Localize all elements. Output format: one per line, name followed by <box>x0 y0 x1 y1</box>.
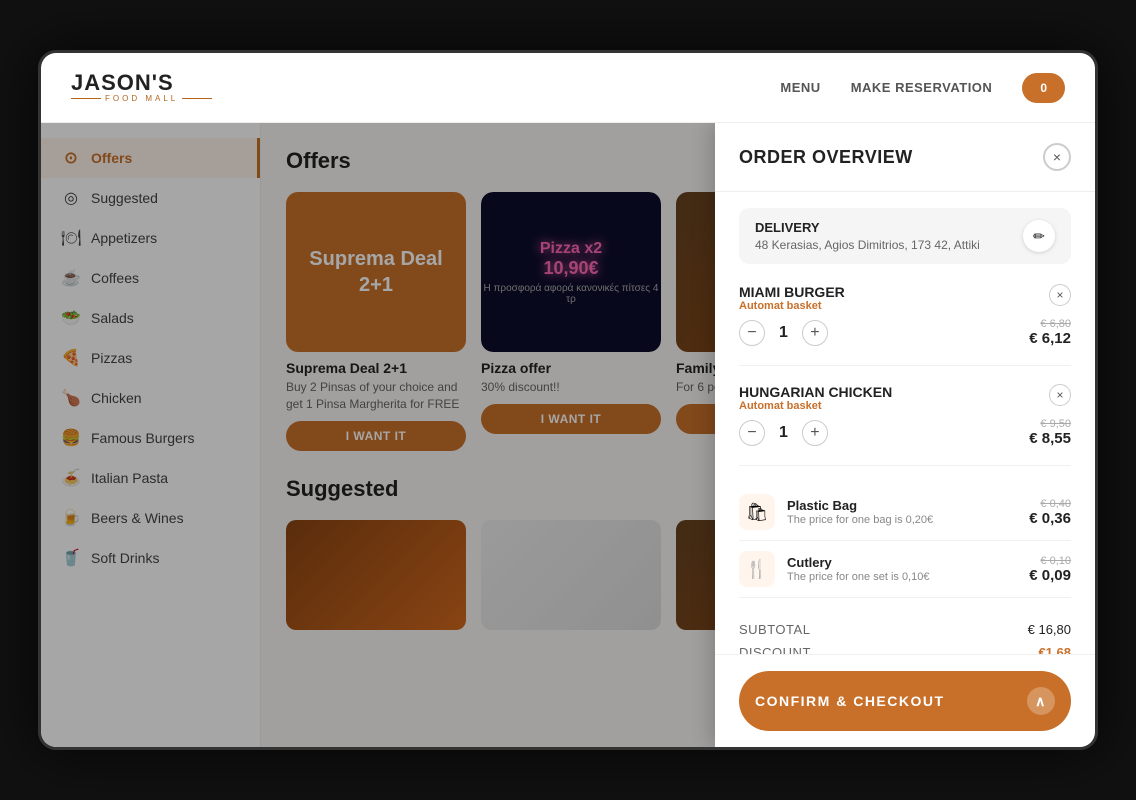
header: JASON'S FOOD MALL MENU MAKE RESERVATION … <box>41 53 1095 123</box>
nav-links: MENU MAKE RESERVATION 0 <box>780 73 1065 103</box>
subtotal-label: SUBTOTAL <box>739 622 810 637</box>
order-title: ORDER OVERVIEW <box>739 147 913 168</box>
order-panel: ORDER OVERVIEW × DELIVERY 48 Kerasias, A… <box>715 123 1095 747</box>
miami-original-price: € 6,80 <box>1029 318 1071 330</box>
remove-chicken-button[interactable]: × <box>1049 384 1071 406</box>
price-chicken: € 9,50 € 8,55 <box>1029 418 1071 447</box>
nav-reservation[interactable]: MAKE RESERVATION <box>851 80 993 95</box>
item-badge-chicken: Automat basket <box>739 400 892 412</box>
main-content: ⊙ Offers ◎ Suggested 🍽 Appetizers ☕ Coff… <box>41 123 1095 747</box>
delivery-box: DELIVERY 48 Kerasias, Agios Dimitrios, 1… <box>739 208 1071 264</box>
plastic-bag-icon: 🛍 <box>739 494 775 530</box>
checkout-label: CONFIRM & CHECKOUT <box>755 693 945 709</box>
plastic-bag-price: € 0,40 € 0,36 <box>1029 498 1071 527</box>
cutlery-final-price: € 0,09 <box>1029 567 1071 584</box>
chicken-original-price: € 9,50 <box>1029 418 1071 430</box>
order-item-chicken: HUNGARIAN CHICKEN Automat basket × − 1 + <box>739 384 1071 466</box>
bag-original-price: € 0,40 <box>1029 498 1071 510</box>
plastic-bag-desc: The price for one bag is 0,20€ <box>787 514 933 526</box>
discount-value: €1,68 <box>1038 645 1071 654</box>
nav-menu[interactable]: MENU <box>780 80 820 95</box>
qty-chicken: 1 <box>779 424 788 442</box>
chicken-final-price: € 8,55 <box>1029 430 1071 447</box>
decrease-chicken-button[interactable]: − <box>739 420 765 446</box>
checkout-chevron-icon: ∧ <box>1027 687 1055 715</box>
logo-text: JASON'S <box>71 72 174 94</box>
extra-cutlery: 🍴 Cutlery The price for one set is 0,10€… <box>739 541 1071 598</box>
item-badge-miami: Automat basket <box>739 300 845 312</box>
logo-sub: FOOD MALL <box>71 94 212 103</box>
increase-miami-button[interactable]: + <box>802 320 828 346</box>
cutlery-original-price: € 0,10 <box>1029 555 1071 567</box>
close-button[interactable]: × <box>1043 143 1071 171</box>
decrease-miami-button[interactable]: − <box>739 320 765 346</box>
cutlery-price: € 0,10 € 0,09 <box>1029 555 1071 584</box>
confirm-checkout-button[interactable]: CONFIRM & CHECKOUT ∧ <box>739 671 1071 731</box>
order-header: ORDER OVERVIEW × <box>715 123 1095 192</box>
cutlery-desc: The price for one set is 0,10€ <box>787 571 929 583</box>
bag-final-price: € 0,36 <box>1029 510 1071 527</box>
totals: SUBTOTAL € 16,80 DISCOUNT €1,68 TOTAL €1… <box>739 614 1071 654</box>
qty-control-chicken: − 1 + <box>739 420 828 446</box>
order-body: DELIVERY 48 Kerasias, Agios Dimitrios, 1… <box>715 192 1095 654</box>
cutlery-name: Cutlery <box>787 555 929 570</box>
item-name-miami: MIAMI BURGER <box>739 284 845 300</box>
plastic-bag-name: Plastic Bag <box>787 498 933 513</box>
delivery-address: 48 Kerasias, Agios Dimitrios, 173 42, At… <box>755 238 980 252</box>
item-name-chicken: HUNGARIAN CHICKEN <box>739 384 892 400</box>
extra-plastic-bag: 🛍 Plastic Bag The price for one bag is 0… <box>739 484 1071 541</box>
qty-control-miami: − 1 + <box>739 320 828 346</box>
checkout-footer: CONFIRM & CHECKOUT ∧ <box>715 654 1095 747</box>
edit-delivery-button[interactable]: ✏ <box>1023 220 1055 252</box>
logo: JASON'S FOOD MALL <box>71 72 212 103</box>
increase-chicken-button[interactable]: + <box>802 420 828 446</box>
screen: JASON'S FOOD MALL MENU MAKE RESERVATION … <box>41 53 1095 747</box>
miami-final-price: € 6,12 <box>1029 330 1071 347</box>
price-miami: € 6,80 € 6,12 <box>1029 318 1071 347</box>
order-item-miami: MIAMI BURGER Automat basket × − 1 + <box>739 284 1071 366</box>
cart-button[interactable]: 0 <box>1022 73 1065 103</box>
cutlery-icon: 🍴 <box>739 551 775 587</box>
qty-miami: 1 <box>779 324 788 342</box>
monitor: JASON'S FOOD MALL MENU MAKE RESERVATION … <box>38 50 1098 750</box>
discount-label: DISCOUNT <box>739 645 811 654</box>
subtotal-value: € 16,80 <box>1028 622 1071 637</box>
remove-miami-button[interactable]: × <box>1049 284 1071 306</box>
delivery-label: DELIVERY <box>755 220 980 235</box>
